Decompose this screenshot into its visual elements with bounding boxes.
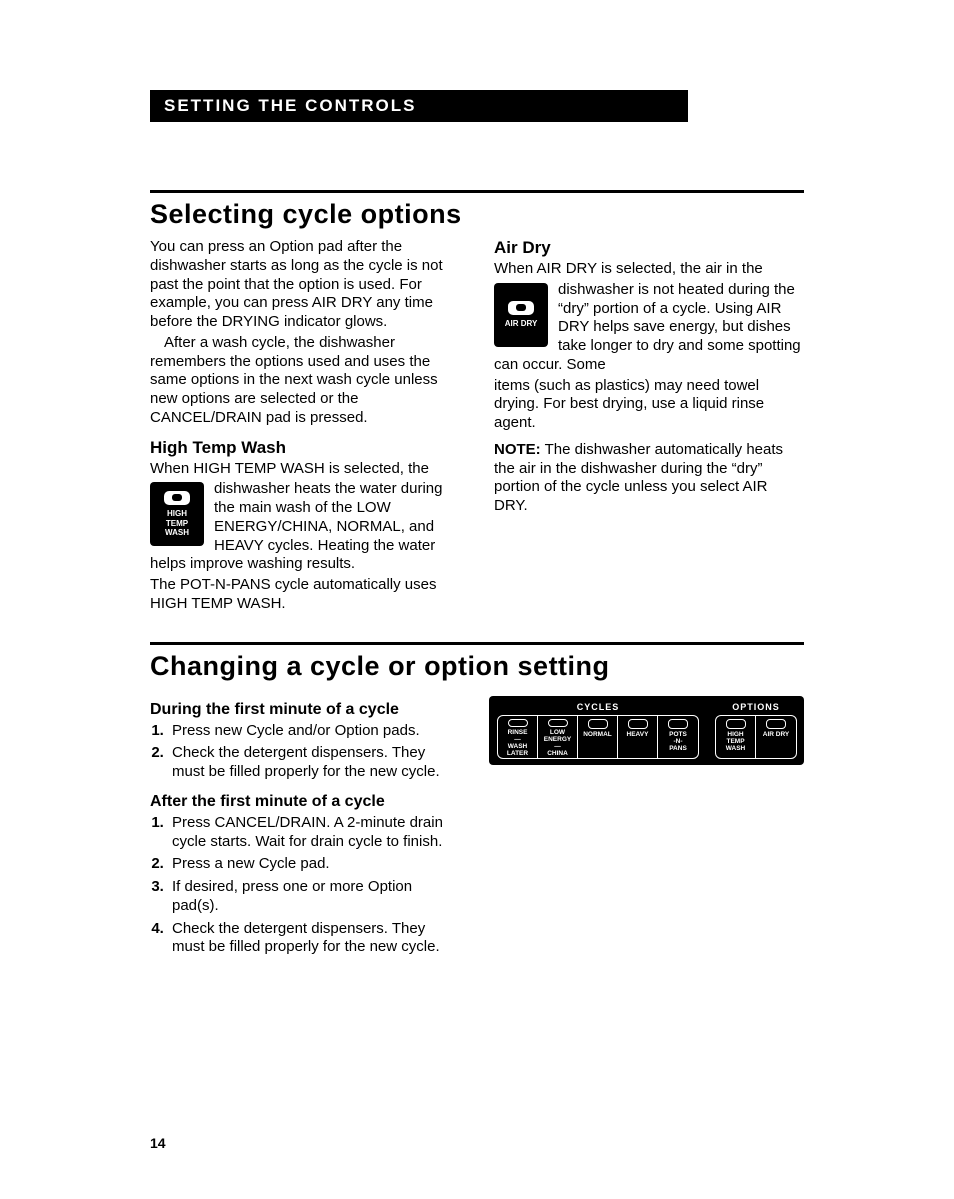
heading-during: During the first minute of a cycle [150, 700, 455, 720]
rule [150, 190, 804, 193]
heading-selecting: Selecting cycle options [150, 199, 804, 230]
option-button: AIR DRY [756, 716, 796, 758]
body-text: items (such as plastics) may need towel … [494, 377, 804, 433]
section-header-bar: SETTING THE CONTROLS [150, 90, 688, 122]
air-dry-pad-icon: AIR DRY [494, 283, 548, 347]
list-item: Press new Cycle and/or Option pads. [168, 722, 455, 741]
heading-air-dry: Air Dry [494, 238, 804, 258]
cycle-button: LOW ENERGY — CHINA [538, 716, 578, 758]
list-item: If desired, press one or more Option pad… [168, 878, 455, 916]
note-text: NOTE: The dishwasher automatically heats… [494, 441, 804, 516]
list-item: Press CANCEL/DRAIN. A 2-minute drain cyc… [168, 814, 455, 852]
list-during: Press new Cycle and/or Option pads. Chec… [150, 722, 455, 782]
option-button: HIGH TEMP WASH [716, 716, 756, 758]
list-item: Check the detergent dispensers. They mus… [168, 920, 455, 958]
cycles-group: CYCLES RINSE — WASH LATER LOW ENERGY — C… [497, 702, 699, 759]
body-text: You can press an Option pad after the di… [150, 238, 460, 332]
cycle-button: HEAVY [618, 716, 658, 758]
body-text: The POT-N-PANS cycle automatically uses … [150, 576, 460, 614]
body-text: When HIGH TEMP WASH is selected, the [150, 460, 460, 479]
high-temp-wash-pad-icon: HIGH TEMP WASH [150, 482, 204, 546]
body-text: When AIR DRY is selected, the air in the [494, 260, 804, 279]
body-text: After a wash cycle, the dishwasher remem… [150, 334, 460, 428]
cycle-button: NORMAL [578, 716, 618, 758]
list-after: Press CANCEL/DRAIN. A 2-minute drain cyc… [150, 814, 455, 957]
list-item: Press a new Cycle pad. [168, 855, 455, 874]
list-item: Check the detergent dispensers. They mus… [168, 744, 455, 782]
heading-after: After the first minute of a cycle [150, 792, 455, 812]
heading-high-temp-wash: High Temp Wash [150, 438, 460, 458]
page-number: 14 [150, 1135, 166, 1151]
rule [150, 642, 804, 645]
control-panel-diagram: CYCLES RINSE — WASH LATER LOW ENERGY — C… [489, 696, 804, 765]
cycle-button: POTS -N- PANS [658, 716, 698, 758]
heading-changing: Changing a cycle or option setting [150, 651, 804, 682]
cycle-button: RINSE — WASH LATER [498, 716, 538, 758]
options-group: OPTIONS HIGH TEMP WASH AIR DRY [715, 702, 797, 759]
